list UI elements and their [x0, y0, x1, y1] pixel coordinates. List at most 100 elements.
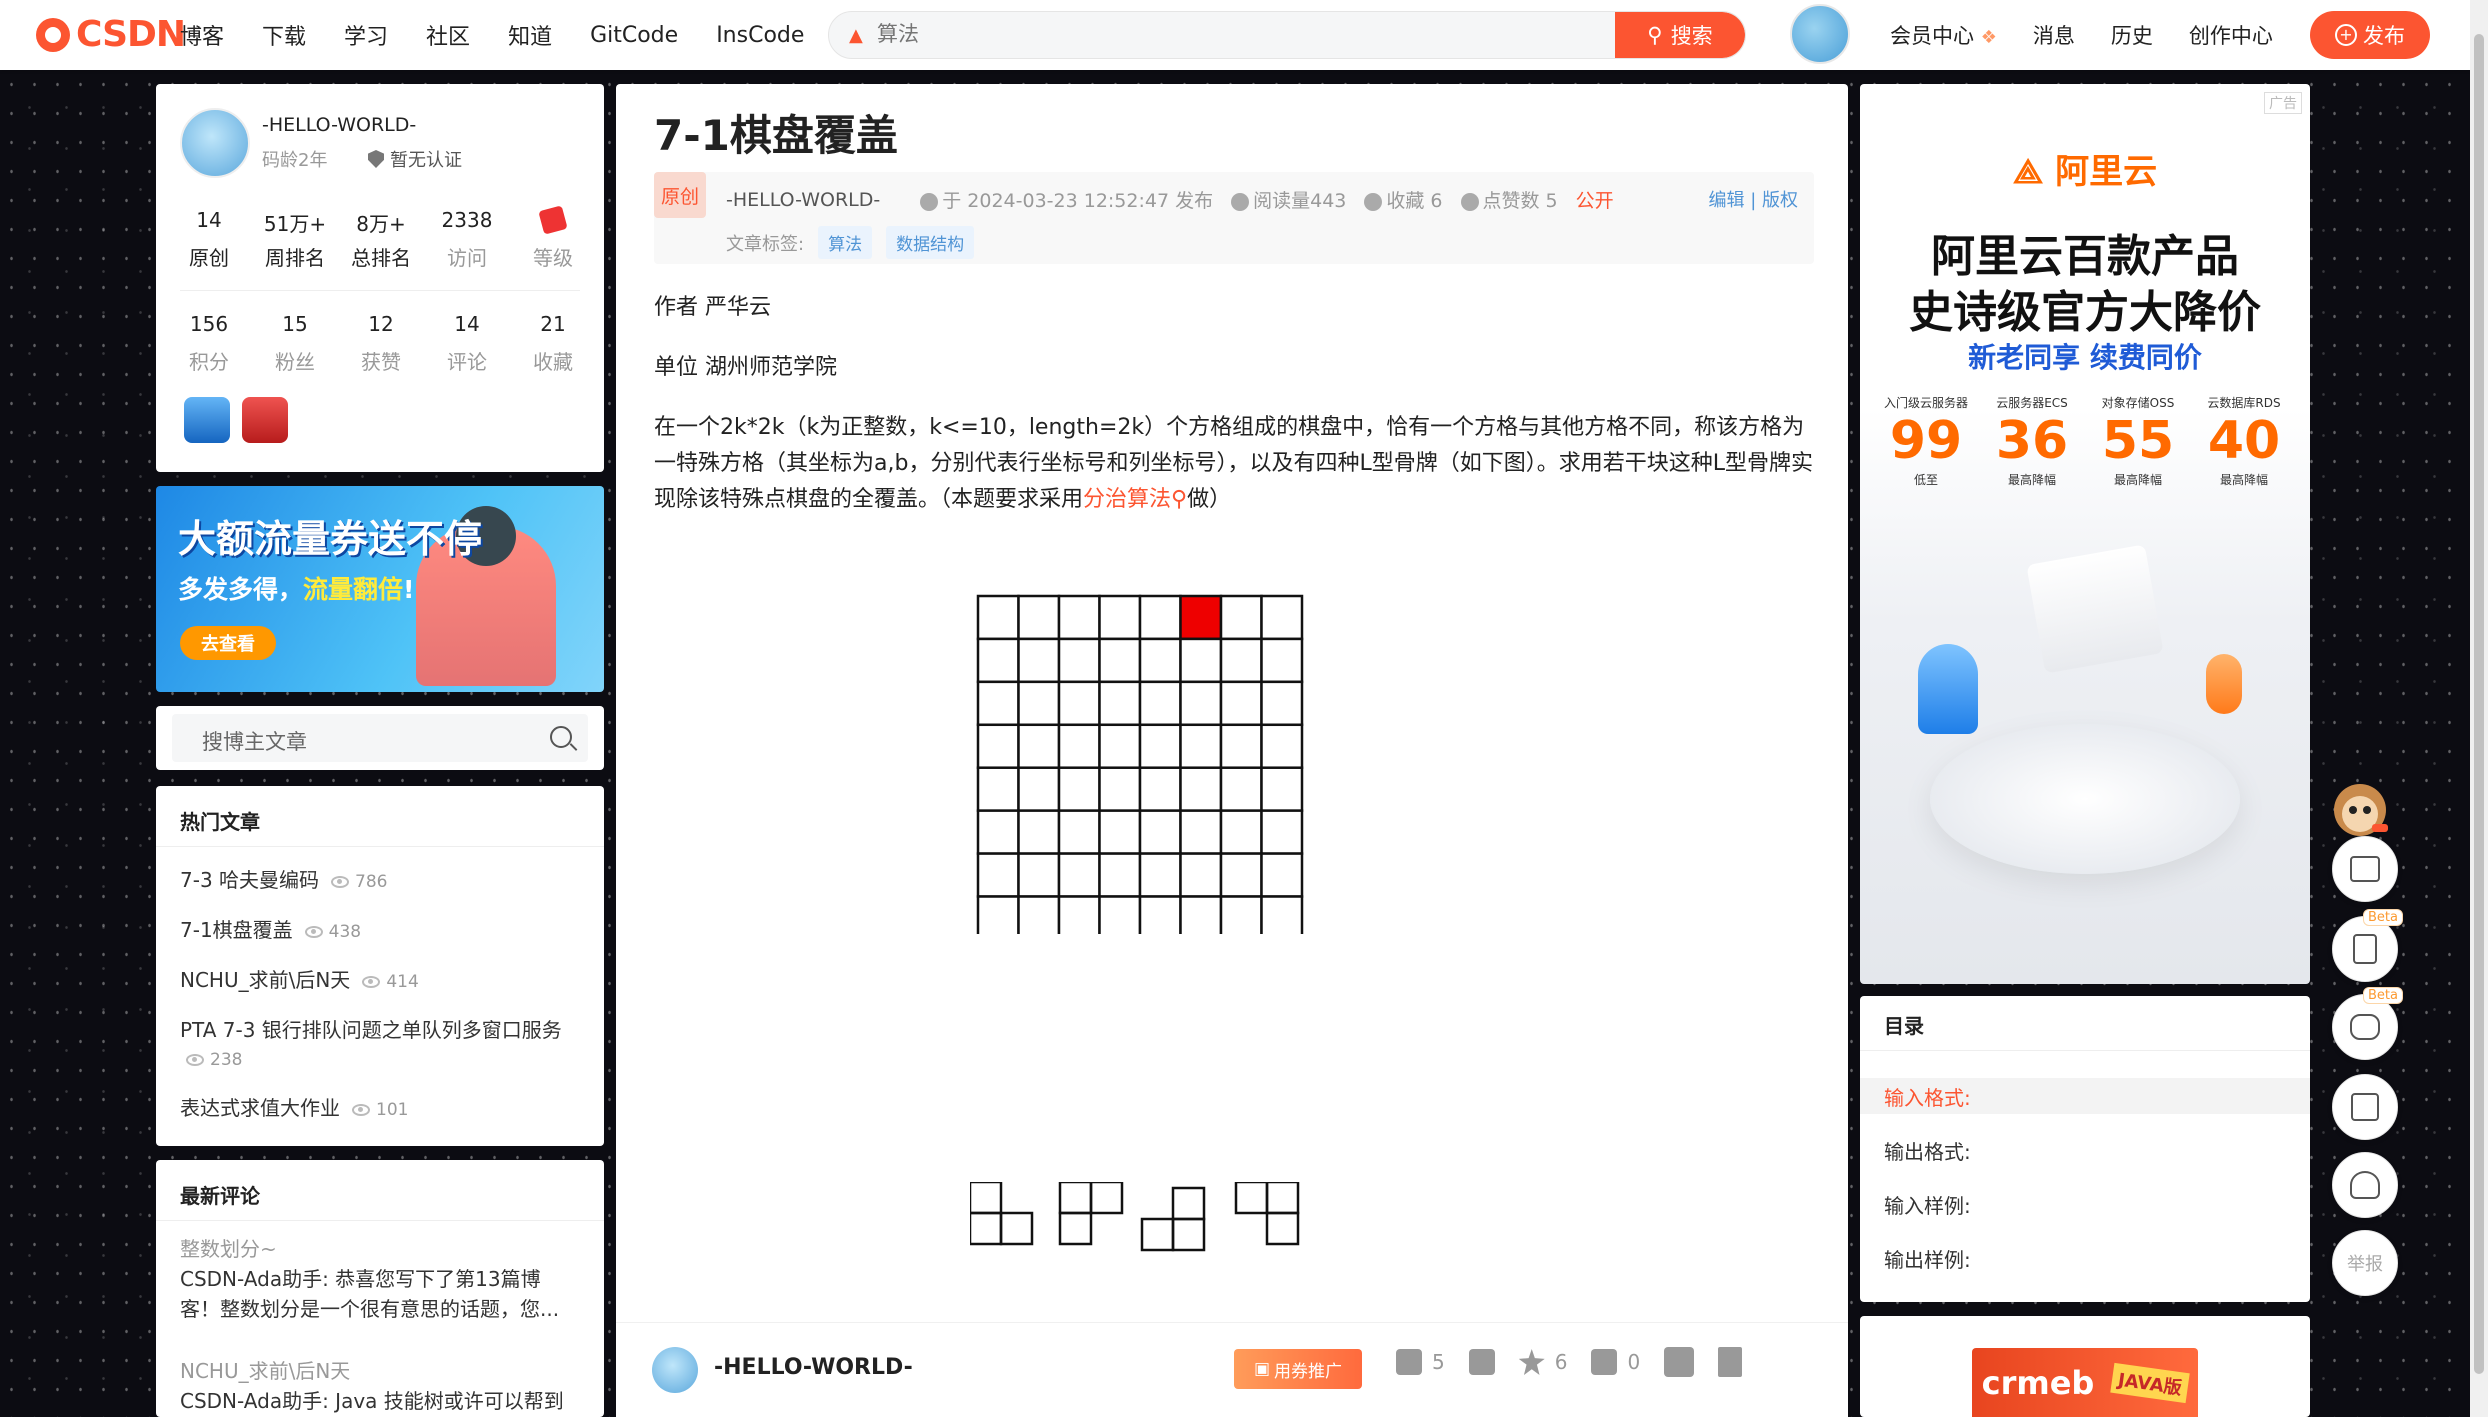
hot-articles-title: 热门文章: [180, 810, 260, 834]
comment-button[interactable]: 0: [1591, 1349, 1640, 1375]
stat-total-rank[interactable]: 8万+ 总排名: [338, 208, 424, 271]
nav-download[interactable]: 下载: [262, 19, 306, 51]
nav-blog[interactable]: 博客: [180, 19, 224, 51]
meta-favorites[interactable]: 收藏 6: [1364, 186, 1443, 213]
author-avatar[interactable]: [180, 108, 250, 178]
blog-search-panel: 搜博主文章: [156, 706, 604, 770]
like-button[interactable]: 5: [1396, 1349, 1445, 1375]
tag-data-structure[interactable]: 数据结构: [886, 226, 975, 259]
nav-community[interactable]: 社区: [426, 19, 470, 51]
ad-blue-figure: [1918, 644, 1978, 734]
toc-item-input-format[interactable]: 输入格式:: [1884, 1082, 1971, 1111]
nav-creation-center[interactable]: 创作中心: [2189, 20, 2273, 50]
author-cert: 暂无认证: [368, 146, 462, 172]
nav-messages[interactable]: 消息: [2033, 20, 2075, 50]
board-square: [1219, 766, 1263, 812]
list-item[interactable]: 7-1棋盘覆盖 438: [180, 916, 580, 946]
star-icon: [1364, 192, 1383, 211]
nav-zhidao[interactable]: 知道: [508, 19, 552, 51]
promo-banner[interactable]: 大额流量券送不停 多发多得，流量翻倍! 去查看: [156, 486, 604, 692]
crmeb-ad[interactable]: crmeb JAVA版: [1860, 1316, 2310, 1417]
pdf-button[interactable]: [1718, 1347, 1743, 1377]
hot-articles-panel: 热门文章 7-3 哈夫曼编码 786 7-1棋盘覆盖 438 NCHU_求前\后N天…: [156, 786, 604, 1146]
stat-week-rank[interactable]: 51万+ 周排名: [252, 208, 338, 271]
board-square: [976, 766, 1020, 812]
ad-server-illustration: [2026, 544, 2164, 674]
top-search-input[interactable]: [877, 12, 1617, 58]
publish-button[interactable]: + 发布: [2310, 11, 2430, 59]
list-item[interactable]: 7-3 哈夫曼编码 786: [180, 866, 580, 896]
note-button[interactable]: [2332, 1074, 2398, 1140]
tag-algorithm[interactable]: 算法: [818, 226, 873, 259]
board-square: [1138, 809, 1182, 855]
banner-sub-a: 多发多得，: [178, 575, 304, 604]
stat-label: 访问: [447, 246, 487, 270]
board-square: [1219, 809, 1263, 855]
meta-row: -HELLO-WORLD- 于 2024-03-23 12:52:47 发布 阅…: [726, 186, 1614, 213]
original-badge: 原创: [654, 172, 706, 218]
csdn-logo[interactable]: CSDN: [36, 14, 186, 55]
table-of-contents: 目录 输入格式: 输出格式: 输入样例: 输出样例:: [1860, 996, 2310, 1302]
stats-row-2: 156 积分 15 粉丝 12 获赞 14 评论 21 收藏: [166, 312, 596, 375]
board-square: [1179, 723, 1223, 769]
comment-item[interactable]: NCHU_求前\后N天 CSDN-Ada助手: Java 技能树或许可以帮到: [180, 1356, 580, 1416]
meta-author[interactable]: -HELLO-WORLD-: [726, 189, 880, 211]
toc-item-output-sample[interactable]: 输出样例:: [1884, 1244, 1971, 1273]
list-item[interactable]: PTA 7-3 银行排队问题之单队列多窗口服务 238: [180, 1016, 580, 1074]
stat-label: 获赞: [361, 350, 401, 374]
aliyun-ad[interactable]: 广告 ⟁ 阿里云 阿里云百款产品 史诗级官方大降价 新老同享 续费同价 入门级云…: [1860, 84, 2310, 984]
stat-favorites: 21 收藏: [510, 312, 596, 375]
bottom-author-avatar[interactable]: [652, 1347, 698, 1393]
summary-button[interactable]: Beta: [2332, 909, 2403, 982]
toc-item-input-sample[interactable]: 输入样例:: [1884, 1190, 1971, 1219]
user-avatar[interactable]: [1790, 4, 1850, 64]
share-button[interactable]: [1664, 1347, 1695, 1377]
coupon-promote-button[interactable]: ▣ 用券推广: [1234, 1349, 1362, 1389]
divide-conquer-link[interactable]: 分治算法: [1083, 487, 1171, 512]
stat-points: 156 积分: [166, 312, 252, 375]
page-scrollbar[interactable]: [2470, 0, 2488, 1417]
report-button[interactable]: 举报: [2332, 1230, 2398, 1296]
share-icon: [1664, 1347, 1695, 1377]
toc-item-output-format[interactable]: 输出格式:: [1884, 1136, 1971, 1165]
nav-vip-center[interactable]: 会员中心 ❖: [1890, 20, 1997, 50]
stat-level[interactable]: 等级: [510, 205, 596, 271]
nav-history[interactable]: 历史: [2111, 20, 2153, 50]
bottom-author-name[interactable]: -HELLO-WORLD-: [714, 1355, 913, 1380]
nav-inscode[interactable]: InsCode: [716, 23, 804, 48]
comment-item[interactable]: 整数划分~ CSDN-Ada助手: 恭喜您写下了第13篇博 客！整数划分是一个很…: [180, 1234, 580, 1324]
board-square: [1179, 852, 1223, 898]
stat-original[interactable]: 14 原创: [166, 208, 252, 271]
mindmap-button[interactable]: Beta: [2332, 987, 2403, 1060]
copyright-link[interactable]: 版权: [1762, 190, 1798, 211]
mascot-icon[interactable]: [2322, 770, 2398, 846]
board-square: [1219, 852, 1263, 898]
edit-link[interactable]: 编辑: [1708, 190, 1744, 211]
meta-likes[interactable]: 点赞数 5: [1460, 186, 1558, 213]
author-line: 作者 严华云: [654, 295, 771, 320]
trend-button[interactable]: [2332, 836, 2398, 902]
dislike-button[interactable]: [1468, 1349, 1495, 1375]
stat-label: 评论: [447, 350, 487, 374]
comment-article[interactable]: 整数划分~: [180, 1234, 580, 1264]
banner-view-button[interactable]: 去查看: [180, 626, 276, 660]
customer-service-button[interactable]: [2332, 1152, 2398, 1218]
list-item[interactable]: 表达式求值大作业 101: [180, 1094, 580, 1124]
nav-gitcode[interactable]: GitCode: [590, 23, 678, 48]
writer-badge-icon[interactable]: [242, 397, 288, 443]
blog-search-input[interactable]: 搜博主文章: [172, 714, 588, 762]
author-name[interactable]: -HELLO-WORLD-: [262, 114, 416, 136]
stat-fans[interactable]: 15 粉丝: [252, 312, 338, 375]
nav-learn[interactable]: 学习: [344, 19, 388, 51]
list-item[interactable]: NCHU_求前\后N天 414: [180, 966, 580, 996]
headset-icon: [2350, 1171, 2380, 1199]
search-icon: ⚲: [1647, 23, 1663, 47]
favorite-button[interactable]: 6: [1518, 1349, 1567, 1375]
scrollbar-thumb[interactable]: [2474, 34, 2484, 1374]
meta-likes-text: 点赞数 5: [1482, 190, 1558, 212]
search-button[interactable]: ⚲ 搜索: [1615, 12, 1745, 58]
search-icon[interactable]: [550, 726, 572, 748]
hot-article-title: NCHU_求前\后N天: [180, 968, 351, 992]
achievement-badge-icon[interactable]: [184, 397, 230, 443]
comment-article[interactable]: NCHU_求前\后N天: [180, 1356, 580, 1386]
